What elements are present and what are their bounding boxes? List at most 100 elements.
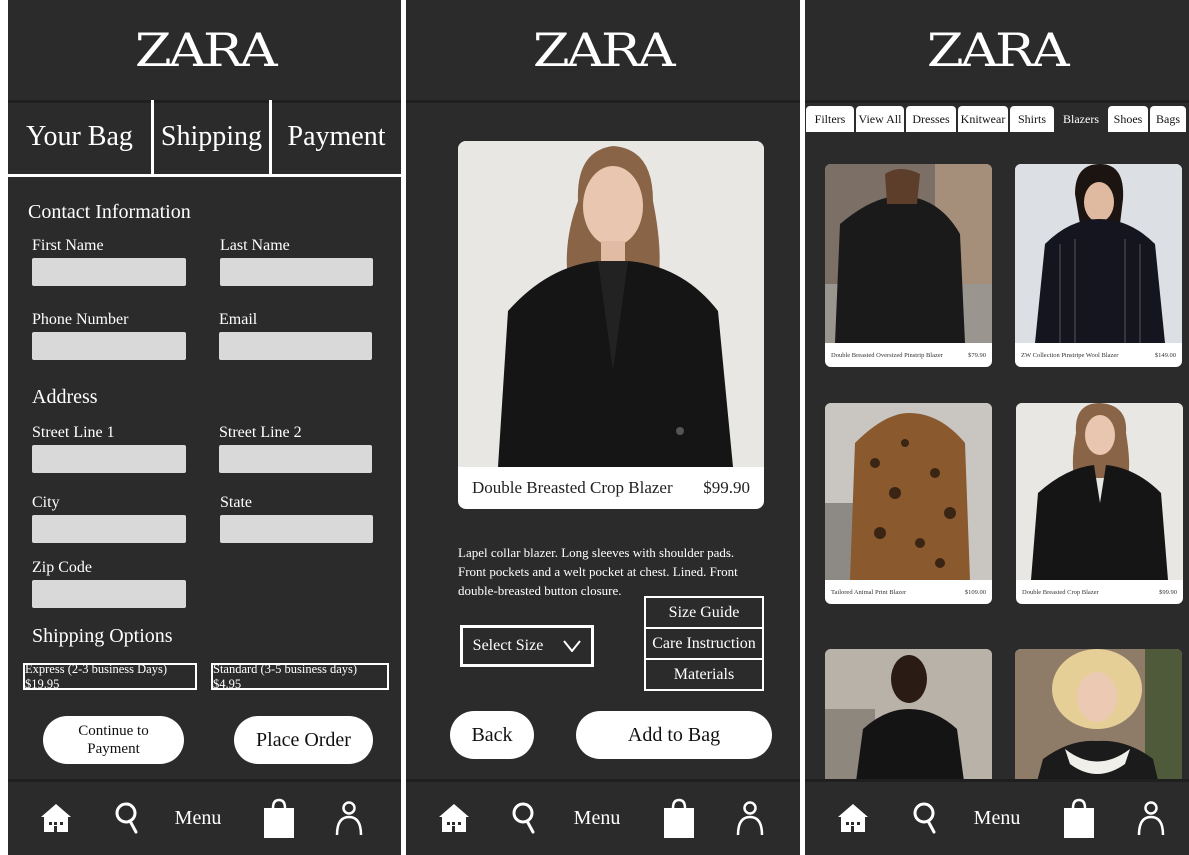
product-info-links: Size Guide Care Instruction Materials [644, 596, 764, 691]
continue-to-payment-button[interactable]: Continue to Payment [43, 716, 184, 764]
zip-code-label: Zip Code [32, 559, 92, 576]
search-icon[interactable] [507, 796, 541, 840]
product-caption: ZW Collection Pinstripe Wool Blazer $149… [1015, 343, 1182, 367]
product-image [458, 141, 764, 467]
bottom-nav: Menu [8, 779, 401, 855]
home-icon[interactable] [36, 796, 76, 840]
care-instruction-link[interactable]: Care Instruction [646, 629, 762, 660]
shopping-bag-icon[interactable] [259, 796, 299, 840]
product-caption: Tailored Animal Print Blazer $109.00 [825, 580, 992, 604]
last-name-input[interactable] [220, 258, 373, 286]
express-shipping-option[interactable]: Express (2-3 business Days) $19.95 [23, 662, 197, 691]
tab-view-all[interactable]: View All [856, 106, 904, 132]
street-line-2-input[interactable] [219, 445, 372, 473]
product-image [825, 649, 992, 789]
shipping-options-title: Shipping Options [32, 625, 173, 647]
first-name-input[interactable] [32, 258, 186, 286]
product-name: Double Breasted Oversized Pinstrip Blaze… [831, 351, 943, 359]
street-line-1-input[interactable] [32, 445, 186, 473]
zara-logo[interactable]: ZARA [533, 23, 676, 77]
product-card[interactable]: Tailored Animal Print Blazer $109.00 [825, 403, 992, 604]
zara-logo[interactable]: ZARA [135, 23, 278, 77]
product-caption: Double Breasted Crop Blazer $99.90 [1016, 580, 1183, 604]
product-price: $149.00 [1154, 351, 1176, 359]
tab-shirts[interactable]: Shirts [1010, 106, 1054, 132]
product-price: $79.90 [968, 351, 986, 359]
product-image [1015, 164, 1182, 343]
product-image [1016, 403, 1183, 580]
menu-link[interactable]: Menu [567, 796, 627, 840]
street-line-1-label: Street Line 1 [32, 424, 115, 441]
materials-link[interactable]: Materials [646, 660, 762, 689]
header: ZARA [805, 0, 1189, 103]
phone-number-input[interactable] [32, 332, 186, 360]
product-name: Double Breasted Crop Blazer [472, 478, 673, 497]
street-line-2-label: Street Line 2 [219, 424, 302, 441]
tab-bags[interactable]: Bags [1150, 106, 1186, 132]
product-card[interactable] [1015, 649, 1182, 789]
tab-blazers[interactable]: Blazers [1056, 106, 1106, 132]
product-card[interactable]: Double Breasted Oversized Pinstrip Blaze… [825, 164, 992, 367]
header: ZARA [8, 0, 401, 103]
product-description: Lapel collar blazer. Long sleeves with s… [458, 545, 738, 598]
select-size-label: Select Size [472, 637, 544, 654]
home-icon[interactable] [434, 796, 474, 840]
user-icon[interactable] [732, 796, 768, 840]
email-label: Email [219, 311, 258, 328]
contact-information-title: Contact Information [28, 201, 191, 223]
product-card[interactable]: Double Breasted Crop Blazer $99.90 [1016, 403, 1183, 604]
search-icon[interactable] [908, 796, 942, 840]
checkout-screen: ZARA Your Bag Shipping Payment Contact I… [8, 0, 401, 855]
menu-label: Menu [573, 806, 621, 829]
menu-link[interactable]: Menu [168, 796, 228, 840]
email-input[interactable] [219, 332, 372, 360]
shopping-bag-icon[interactable] [659, 796, 699, 840]
product-image [825, 164, 992, 343]
add-to-bag-button[interactable]: Add to Bag [576, 711, 772, 759]
tab-dresses[interactable]: Dresses [906, 106, 956, 132]
product-caption: Double Breasted Crop Blazer $99.90 [458, 467, 764, 509]
menu-label: Menu [174, 806, 222, 829]
product-card[interactable] [825, 649, 992, 789]
last-name-label: Last Name [220, 237, 290, 254]
bottom-nav: Menu [805, 779, 1189, 855]
first-name-label: First Name [32, 237, 104, 254]
menu-link[interactable]: Menu [967, 796, 1027, 840]
home-icon[interactable] [833, 796, 873, 840]
select-size-dropdown[interactable]: Select Size [460, 625, 594, 667]
product-image [1015, 649, 1182, 789]
product-card[interactable]: ZW Collection Pinstripe Wool Blazer $149… [1015, 164, 1182, 367]
place-order-button[interactable]: Place Order [234, 716, 373, 764]
product-image [825, 403, 992, 580]
product-name: Double Breasted Crop Blazer [1022, 588, 1099, 596]
back-button[interactable]: Back [450, 711, 534, 759]
product-price: $99.90 [1159, 588, 1177, 596]
tab-filters[interactable]: Filters [806, 106, 854, 132]
product-price: $99.90 [703, 478, 750, 497]
search-icon[interactable] [110, 796, 144, 840]
city-input[interactable] [32, 515, 186, 543]
address-title: Address [32, 386, 98, 408]
step-shipping[interactable]: Shipping [154, 100, 272, 174]
shopping-bag-icon[interactable] [1059, 796, 1099, 840]
size-guide-link[interactable]: Size Guide [646, 598, 762, 629]
user-icon[interactable] [331, 796, 367, 840]
product-hero-card: Double Breasted Crop Blazer $99.90 [458, 141, 764, 509]
menu-label: Menu [973, 806, 1021, 829]
user-icon[interactable] [1133, 796, 1169, 840]
state-input[interactable] [220, 515, 373, 543]
step-your-bag[interactable]: Your Bag [8, 100, 154, 174]
tab-shoes[interactable]: Shoes [1108, 106, 1148, 132]
zip-code-input[interactable] [32, 580, 186, 608]
catalog-screen: ZARA Filters View All Dresses Knitwear S… [805, 0, 1189, 855]
header: ZARA [406, 0, 800, 103]
product-caption: Double Breasted Oversized Pinstrip Blaze… [825, 343, 992, 367]
zara-logo[interactable]: ZARA [927, 23, 1070, 77]
product-price: $109.00 [964, 588, 986, 596]
step-payment[interactable]: Payment [272, 100, 401, 174]
standard-shipping-option[interactable]: Standard (3-5 business days) $4.95 [211, 662, 389, 691]
bottom-nav: Menu [406, 779, 800, 855]
city-label: City [32, 494, 60, 511]
chevron-down-icon [563, 640, 582, 652]
tab-knitwear[interactable]: Knitwear [958, 106, 1008, 132]
